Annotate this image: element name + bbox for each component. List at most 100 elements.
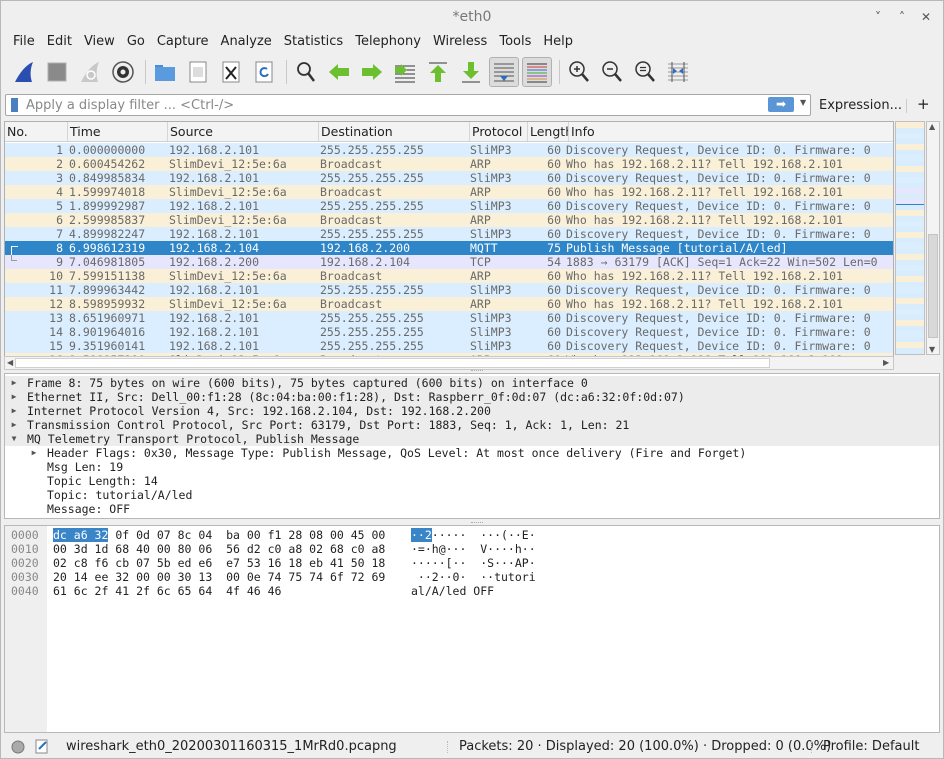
zoom-in-button[interactable]: [564, 57, 594, 87]
expand-arrow-icon[interactable]: ▶: [29, 446, 39, 460]
profile-label[interactable]: Profile: Default: [823, 735, 919, 759]
restart-capture-button[interactable]: [75, 57, 105, 87]
column-header-no[interactable]: No.: [5, 122, 68, 141]
packet-row[interactable]: 5 1.899992987 192.168.2.101 255.255.255.255…: [5, 199, 893, 213]
detail-tree-item[interactable]: Message: OFF: [5, 502, 939, 516]
scroll-right-icon[interactable]: ▶: [883, 357, 889, 369]
bookmark-icon[interactable]: [11, 98, 18, 112]
hex-row[interactable]: 0010 00 3d 1d 68 40 00 80 06 56 d2 c0 a8 …: [5, 542, 935, 556]
start-capture-button[interactable]: [9, 57, 39, 87]
menu-capture[interactable]: Capture: [151, 33, 215, 53]
packet-row[interactable]: 6 2.599985837 SlimDevi_12:5e:6a Broadcast AR…: [5, 213, 893, 227]
scroll-thumb[interactable]: [15, 358, 770, 368]
hex-row[interactable]: 0030 20 14 ee 32 00 00 30 13 00 0e 74 75 …: [5, 570, 935, 584]
hex-bytes[interactable]: 61 6c 2f 41 2f 6c 65 64 4f 46 46: [53, 584, 281, 598]
packet-row[interactable]: 2 0.600454262 SlimDevi_12:5e:6a Broadcast AR…: [5, 157, 893, 171]
hex-bytes[interactable]: dc a6 32 0f 0d 07 8c 04 ba 00 f1 28 08 0…: [53, 528, 385, 542]
normal-size-button[interactable]: [630, 57, 660, 87]
menu-statistics[interactable]: Statistics: [278, 33, 349, 53]
pane-splitter[interactable]: [471, 370, 483, 372]
detail-tree-item[interactable]: ▶ Transmission Control Protocol, Src Port…: [5, 418, 939, 432]
menu-tools[interactable]: Tools: [493, 33, 537, 53]
minimize-button[interactable]: ˅: [871, 10, 885, 24]
auto-scroll-button[interactable]: [489, 57, 519, 87]
expand-arrow-icon[interactable]: ▶: [9, 390, 19, 404]
close-file-button[interactable]: [216, 57, 246, 87]
packet-minimap[interactable]: [895, 121, 925, 355]
ascii-bytes[interactable]: ··2····· ···(··E·: [411, 528, 536, 542]
packet-row[interactable]: 8 6.998612319 192.168.2.104 192.168.2.200 MQ…: [5, 241, 893, 255]
detail-tree-item[interactable]: Msg Len: 19: [5, 460, 939, 474]
hex-row[interactable]: 0040 61 6c 2f 41 2f 6c 65 64 4f 46 46 al/A…: [5, 584, 935, 598]
expression-button[interactable]: Expression...: [819, 98, 902, 113]
detail-tree-item[interactable]: Topic: tutorial/A/led: [5, 488, 939, 502]
ascii-bytes[interactable]: ··2··0· ··tutori: [411, 570, 536, 584]
hex-row[interactable]: 0000 dc a6 32 0f 0d 07 8c 04 ba 00 f1 28 …: [5, 528, 935, 542]
save-file-button[interactable]: [183, 57, 213, 87]
packet-row[interactable]: 10 7.599151138 SlimDevi_12:5e:6a Broadcast A…: [5, 269, 893, 283]
find-packet-button[interactable]: [291, 57, 321, 87]
detail-tree-item[interactable]: ▶ Header Flags: 0x30, Message Type: Publi…: [5, 446, 939, 460]
packet-row[interactable]: 1 0.000000000 192.168.2.101 255.255.255.255…: [5, 143, 893, 157]
hex-row[interactable]: 0020 02 c8 f6 cb 07 5b ed e6 e7 53 16 18 …: [5, 556, 935, 570]
menu-file[interactable]: File: [7, 33, 41, 53]
go-last-button[interactable]: [456, 57, 486, 87]
detail-tree-item[interactable]: ▶ Ethernet II, Src: Dell_00:f1:28 (8c:04:…: [5, 390, 939, 404]
go-forward-button[interactable]: [357, 57, 387, 87]
menu-view[interactable]: View: [78, 33, 121, 53]
expand-arrow-icon[interactable]: ▶: [9, 376, 19, 390]
packet-list-hscrollbar[interactable]: ◀ ▶: [4, 356, 894, 370]
scroll-left-icon[interactable]: ◀: [7, 357, 13, 369]
filter-history-dropdown[interactable]: ▼: [800, 98, 806, 107]
ascii-bytes[interactable]: ·····[·· ·S···AP·: [411, 556, 536, 570]
expand-arrow-icon[interactable]: ▶: [9, 404, 19, 418]
scroll-thumb[interactable]: [928, 234, 938, 338]
detail-tree-item[interactable]: ▶ Internet Protocol Version 4, Src: 192.1…: [5, 404, 939, 418]
menu-edit[interactable]: Edit: [41, 33, 78, 53]
open-file-button[interactable]: [150, 57, 180, 87]
colorize-button[interactable]: [522, 57, 552, 87]
packet-row[interactable]: 12 8.598959932 SlimDevi_12:5e:6a Broadcast A…: [5, 297, 893, 311]
column-header-time[interactable]: Time: [68, 122, 168, 141]
packet-row[interactable]: 14 8.901964016 192.168.2.101 255.255.255.25…: [5, 325, 893, 339]
column-header-info[interactable]: Info: [569, 122, 893, 141]
menu-telephony[interactable]: Telephony: [349, 33, 427, 53]
packet-list-vscrollbar[interactable]: ▲ ▼: [926, 121, 940, 355]
column-header-protocol[interactable]: Protocol: [470, 122, 528, 141]
capture-comment-icon[interactable]: [35, 739, 49, 754]
maximize-button[interactable]: ˄: [895, 10, 909, 24]
column-header-destination[interactable]: Destination: [319, 122, 470, 141]
column-header-length[interactable]: Length: [528, 122, 569, 141]
scroll-up-icon[interactable]: ▲: [929, 122, 935, 131]
go-to-packet-button[interactable]: [390, 57, 420, 87]
capture-status-icon[interactable]: [11, 740, 25, 754]
hex-bytes[interactable]: 20 14 ee 32 00 00 30 13 00 0e 74 75 74 6…: [53, 570, 385, 584]
expand-arrow-icon[interactable]: ▶: [9, 418, 19, 432]
detail-tree-item[interactable]: ▶ Frame 8: 75 bytes on wire (600 bits), 7…: [5, 376, 939, 390]
hex-bytes[interactable]: 02 c8 f6 cb 07 5b ed e6 e7 53 16 18 eb 4…: [53, 556, 385, 570]
display-filter-input[interactable]: [26, 96, 756, 114]
capture-options-button[interactable]: [108, 57, 138, 87]
zoom-out-button[interactable]: [597, 57, 627, 87]
detail-tree-item[interactable]: ▼ MQ Telemetry Transport Protocol, Publis…: [5, 432, 939, 446]
collapse-arrow-icon[interactable]: ▼: [9, 432, 19, 446]
ascii-bytes[interactable]: ·=·h@··· V····h··: [411, 542, 536, 556]
stop-capture-button[interactable]: [42, 57, 72, 87]
packet-row[interactable]: 3 0.849985834 192.168.2.101 255.255.255.255…: [5, 171, 893, 185]
pane-splitter[interactable]: [471, 522, 483, 524]
detail-tree-item[interactable]: Topic Length: 14: [5, 474, 939, 488]
packet-row[interactable]: 9 7.046981805 192.168.2.200 192.168.2.104 TC…: [5, 255, 893, 269]
column-header-source[interactable]: Source: [168, 122, 319, 141]
packet-row[interactable]: 15 9.351960141 192.168.2.101 255.255.255.25…: [5, 339, 893, 353]
menu-analyze[interactable]: Analyze: [215, 33, 278, 53]
menu-help[interactable]: Help: [537, 33, 579, 53]
packet-row[interactable]: 11 7.899963442 192.168.2.101 255.255.255.25…: [5, 283, 893, 297]
close-button[interactable]: ✕: [919, 10, 933, 24]
resize-columns-button[interactable]: [663, 57, 693, 87]
packet-row[interactable]: 7 4.899982247 192.168.2.101 255.255.255.255…: [5, 227, 893, 241]
scroll-down-icon[interactable]: ▼: [929, 345, 935, 354]
add-filter-button[interactable]: +: [917, 95, 930, 113]
ascii-bytes[interactable]: al/A/led OFF: [411, 584, 494, 598]
packet-row[interactable]: 4 1.599974018 SlimDevi_12:5e:6a Broadcast AR…: [5, 185, 893, 199]
packet-row[interactable]: 13 8.651960971 192.168.2.101 255.255.255.25…: [5, 311, 893, 325]
